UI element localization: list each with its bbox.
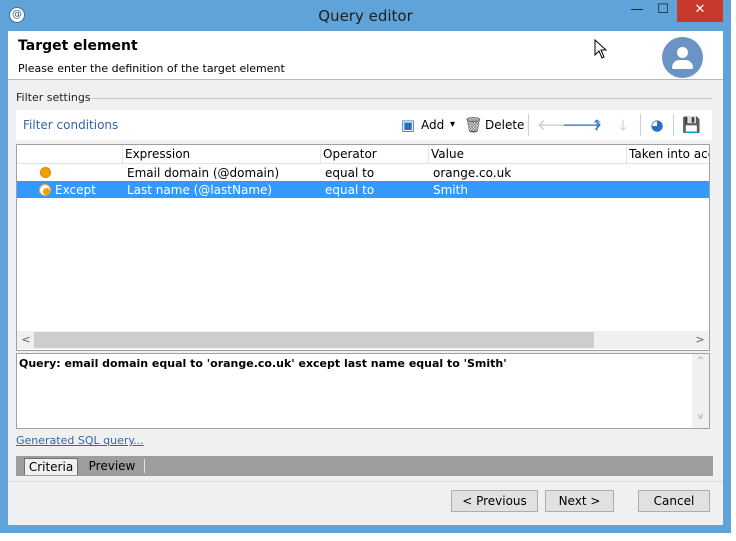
column-header-taken-into-account[interactable]: Taken into acco (629, 147, 709, 161)
close-button[interactable]: ✕ (677, 0, 723, 22)
window-title: Query editor (318, 7, 413, 25)
vertical-scrollbar[interactable]: ^ v (692, 354, 709, 428)
row-value: orange.co.uk (433, 166, 512, 180)
page-title: Target element (18, 38, 138, 54)
next-button[interactable]: Next > (545, 490, 614, 512)
toolbar-separator (673, 114, 674, 136)
dialog-client-area: Target element Please enter the definiti… (8, 31, 723, 525)
tab-preview[interactable]: Preview (80, 458, 144, 474)
filter-settings-divider (92, 98, 712, 99)
row-operator: equal to (325, 166, 375, 180)
add-dropdown-chevron-icon[interactable]: ▾ (450, 115, 455, 135)
maximize-button[interactable]: ☐ (650, 0, 676, 22)
arrow-up-icon[interactable]: 🡑 (588, 116, 606, 134)
pie-chart-icon[interactable]: ◕ (648, 116, 666, 134)
except-condition-icon (39, 184, 51, 196)
trash-icon[interactable]: 🗑 (464, 116, 483, 134)
tab-criteria[interactable]: Criteria (24, 458, 78, 475)
table-row[interactable]: Except Last name (@lastName) equal to Sm… (17, 181, 709, 198)
tab-bar: Criteria Preview (16, 456, 713, 476)
save-icon[interactable]: 💾 (682, 116, 701, 134)
arrow-right-icon[interactable]: 🡒 (562, 116, 602, 134)
scroll-left-icon[interactable]: < (18, 332, 34, 348)
filter-conditions-label: Filter conditions (23, 118, 119, 132)
dialog-header: Target element Please enter the definiti… (8, 31, 723, 80)
arrow-left-icon[interactable]: 🡐 (537, 116, 577, 134)
toolbar-separator (528, 114, 529, 136)
condition-status-icon (40, 167, 51, 178)
previous-button[interactable]: < Previous (451, 490, 538, 512)
add-button[interactable]: Add (421, 115, 444, 135)
filter-settings-label: Filter settings (16, 91, 91, 104)
scroll-up-icon[interactable]: ^ (692, 356, 709, 370)
column-header-expression[interactable]: Expression (125, 147, 190, 161)
scroll-down-icon[interactable]: v (692, 412, 709, 426)
row-expression: Last name (@lastName) (127, 183, 273, 197)
row-operator: equal to (325, 183, 375, 197)
add-icon[interactable]: ▣ (399, 116, 417, 134)
mouse-cursor-icon (594, 39, 608, 59)
scroll-right-icon[interactable]: > (692, 332, 708, 348)
page-subtitle: Please enter the definition of the targe… (18, 62, 285, 75)
scrollbar-thumb[interactable] (34, 332, 594, 348)
footer-divider (8, 481, 723, 482)
query-editor-window: @ Query editor — ☐ ✕ Target element Plea… (0, 0, 731, 533)
horizontal-scrollbar[interactable]: < > (17, 331, 709, 349)
grid-header: Expression Operator Value Taken into acc… (17, 145, 709, 164)
table-row[interactable]: Email domain (@domain) equal to orange.c… (17, 164, 709, 181)
conditions-grid[interactable]: Expression Operator Value Taken into acc… (16, 144, 710, 351)
query-text: Query: email domain equal to 'orange.co.… (19, 357, 507, 370)
query-summary-box[interactable]: Query: email domain equal to 'orange.co.… (16, 353, 710, 429)
column-header-operator[interactable]: Operator (323, 147, 377, 161)
row-value: Smith (433, 183, 468, 197)
filter-toolbar: Filter conditions ▣ Add ▾ 🗑 Delete 🡐 🡒 🡑… (16, 110, 712, 140)
generated-sql-link[interactable]: Generated SQL query... (16, 434, 144, 447)
toolbar-separator (640, 114, 641, 136)
row-prefix: Except (55, 183, 96, 197)
delete-button[interactable]: Delete (485, 115, 524, 135)
arrow-down-icon[interactable]: 🡓 (614, 116, 632, 134)
minimize-button[interactable]: — (624, 0, 650, 22)
user-avatar-icon (662, 37, 703, 78)
cancel-button[interactable]: Cancel (638, 490, 710, 512)
row-expression: Email domain (@domain) (127, 166, 280, 180)
title-bar[interactable]: @ Query editor — ☐ ✕ (0, 0, 731, 32)
column-header-value[interactable]: Value (431, 147, 464, 161)
